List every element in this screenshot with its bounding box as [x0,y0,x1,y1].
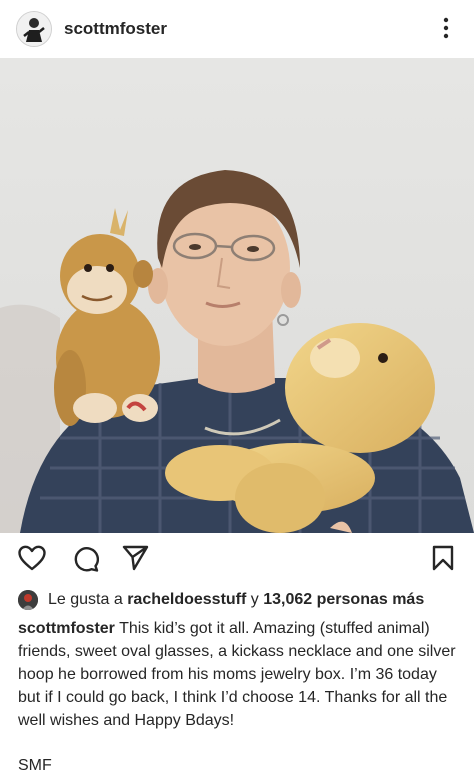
send-icon [122,545,149,571]
like-button[interactable] [18,545,46,576]
post-header: scottmfoster [0,0,474,58]
caption: scottmfoster This kid’s got it all. Amaz… [18,617,458,732]
action-bar [0,533,474,583]
liker-username[interactable]: racheldoesstuff [127,591,246,609]
bookmark-icon [432,545,454,571]
comment-button[interactable] [72,545,99,577]
avatar[interactable] [16,11,52,47]
share-button[interactable] [122,545,149,576]
likes-connector: y [250,591,259,608]
avatar-image [17,12,51,46]
post-photo[interactable] [0,58,474,533]
more-options-button[interactable] [434,16,458,40]
liker-avatar[interactable] [18,590,38,610]
username[interactable]: scottmfoster [64,19,167,39]
save-button[interactable] [432,545,454,576]
caption-username[interactable]: scottmfoster [18,620,115,637]
caption-signoff: SMF [18,757,52,774]
likes-count[interactable]: 13,062 personas más [263,591,424,609]
post-photo-image [0,58,474,533]
comment-icon [74,547,99,572]
more-vertical-icon [443,17,449,39]
likes-summary: Le gusta a racheldoesstuff y 13,062 pers… [18,588,464,612]
heart-icon [18,545,46,571]
likes-prefix: Le gusta a [48,591,123,608]
liker-avatar-image [18,590,38,610]
